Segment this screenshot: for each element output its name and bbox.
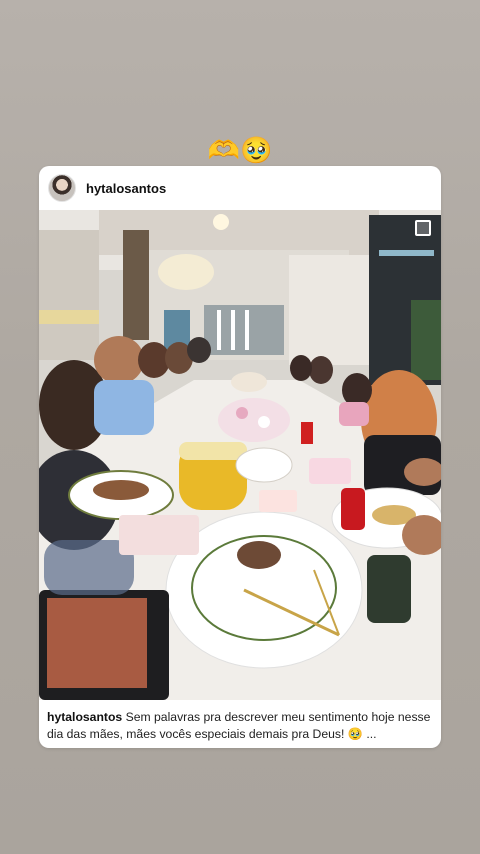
post-photo[interactable] xyxy=(39,210,441,700)
post-username[interactable]: hytalosantos xyxy=(86,181,166,196)
avatar[interactable] xyxy=(48,174,76,202)
caption-username[interactable]: hytalosantos xyxy=(47,710,122,724)
reaction-emojis: 🫶🥹 xyxy=(207,136,273,166)
shared-post-card[interactable]: hytalosantos hytalosantos Sem palavras p… xyxy=(39,166,441,748)
post-caption: hytalosantos Sem palavras pra descrever … xyxy=(47,709,435,743)
multi-photo-icon xyxy=(415,220,431,236)
post-header: hytalosantos xyxy=(39,166,441,210)
dinner-table-photo xyxy=(39,210,441,700)
